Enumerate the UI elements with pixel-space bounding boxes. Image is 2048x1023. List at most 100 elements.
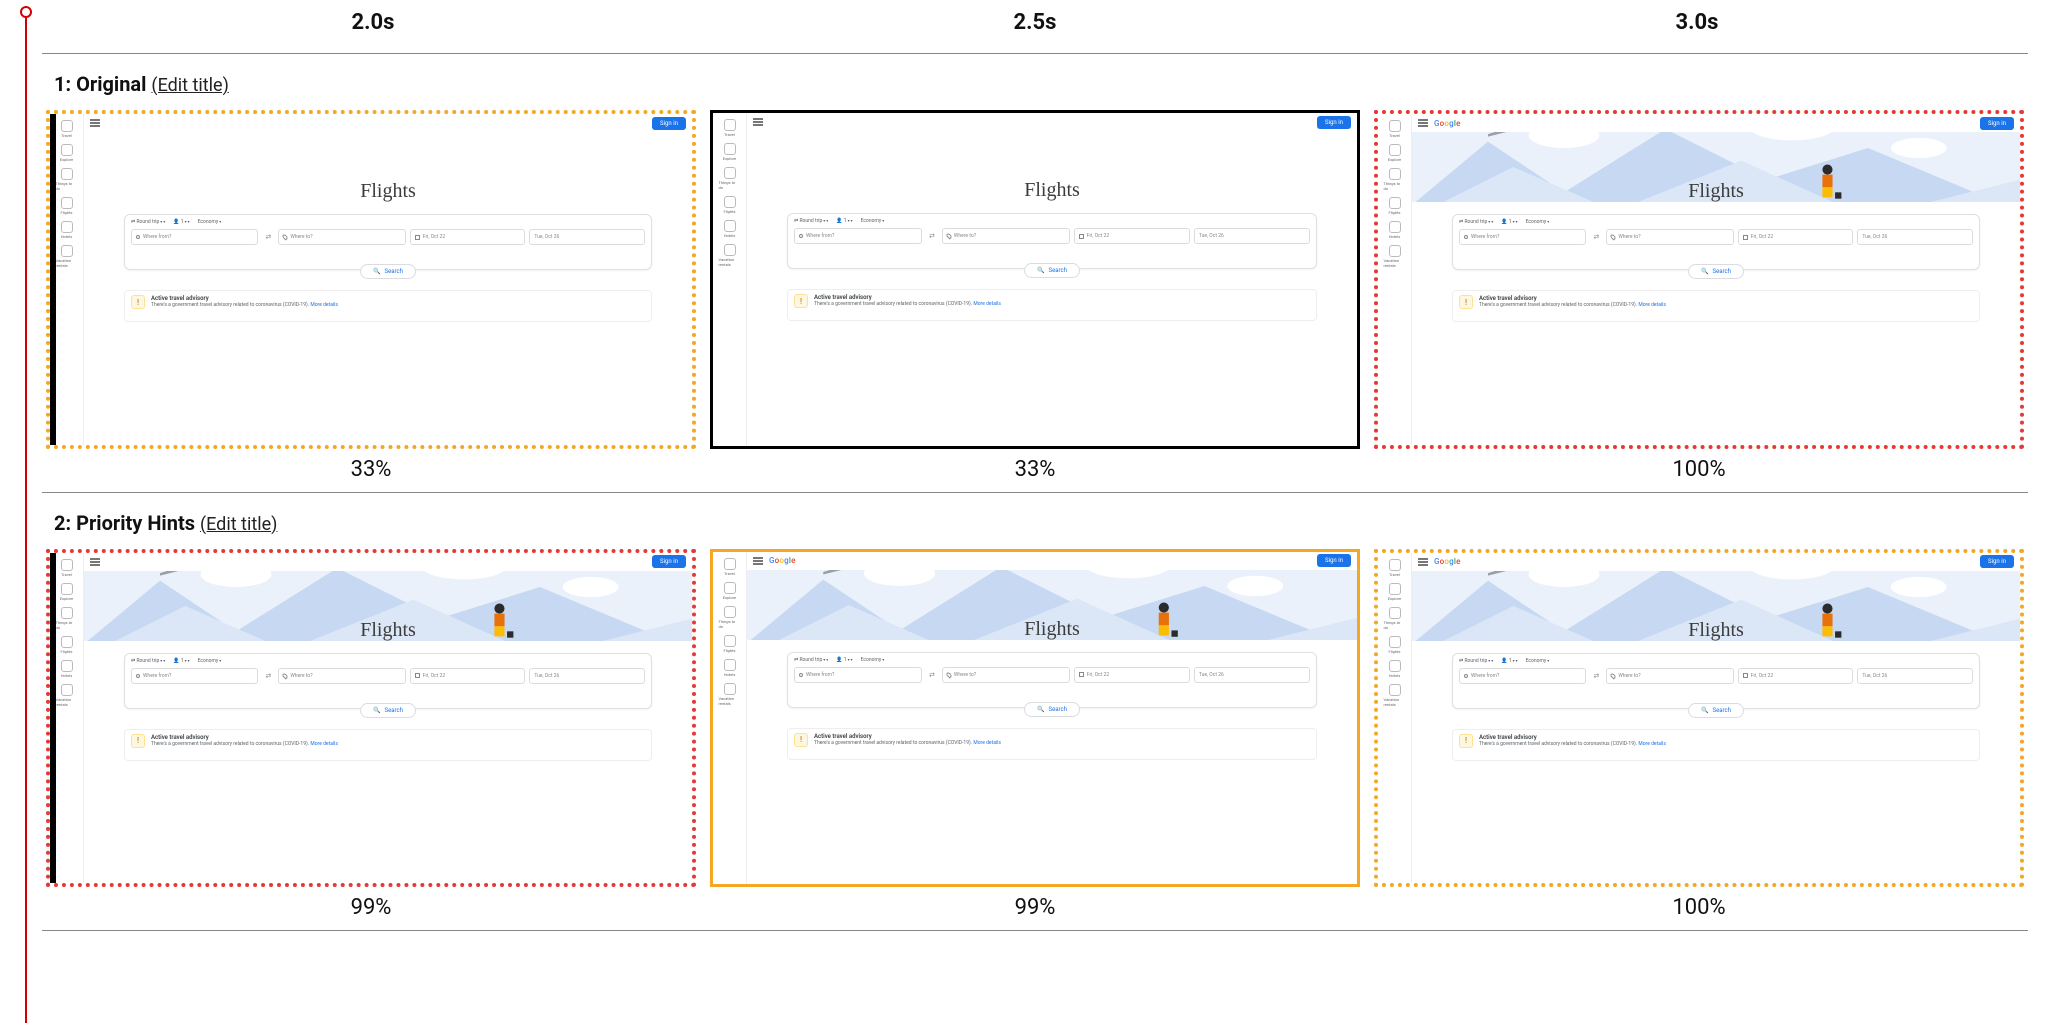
filmstrip-frame[interactable]: Travel Explore Things to do Flights Hotels Va…	[46, 549, 696, 888]
trip-type-select[interactable]: ⇄ Round trip	[131, 219, 165, 225]
sign-in-button[interactable]: Sign in	[1317, 554, 1351, 567]
from-input[interactable]: Where from?	[131, 229, 258, 245]
gf-sidebar-item[interactable]: Hotels	[56, 660, 78, 678]
passenger-select[interactable]: 👤 1	[1501, 219, 1517, 225]
gf-sidebar-item[interactable]: Hotels	[719, 659, 741, 677]
gf-sidebar-item[interactable]: Vacation rentals	[56, 684, 78, 707]
gf-sidebar-item[interactable]: Vacation rentals	[719, 244, 741, 267]
cabin-select[interactable]: Economy	[861, 218, 885, 224]
swap-icon[interactable]: ⇄	[1590, 229, 1602, 245]
to-input[interactable]: Where to?	[278, 668, 405, 684]
gf-sidebar-item[interactable]: Things to do	[1384, 168, 1406, 191]
gf-sidebar-item[interactable]: Travel	[1384, 120, 1406, 138]
gf-sidebar-item[interactable]: Vacation rentals	[1384, 245, 1406, 268]
hamburger-icon[interactable]	[1418, 119, 1428, 127]
edit-title-link[interactable]: (Edit title)	[200, 514, 277, 535]
gf-sidebar-item[interactable]: Flights	[56, 197, 78, 215]
gf-sidebar-item[interactable]: Explore	[1384, 144, 1406, 162]
gf-sidebar-item[interactable]: Flights	[1384, 197, 1406, 215]
filmstrip-frame[interactable]: TravelExploreThings to doFlightsHotelsVa…	[1374, 549, 2024, 888]
search-button[interactable]: 🔍 Search	[360, 264, 416, 279]
search-button[interactable]: 🔍 Search	[1688, 703, 1744, 718]
to-input[interactable]: Where to?	[942, 667, 1070, 683]
from-input[interactable]: Where from?	[131, 668, 258, 684]
cabin-select[interactable]: Economy	[861, 657, 885, 663]
gf-sidebar-item[interactable]: Travel	[719, 558, 741, 576]
sign-in-button[interactable]: Sign in	[652, 117, 686, 130]
gf-sidebar-item[interactable]: Travel	[719, 119, 741, 137]
gf-sidebar-item[interactable]: Hotels	[56, 221, 78, 239]
trip-type-select[interactable]: ⇄ Round trip	[131, 658, 165, 664]
advisory-more-link[interactable]: More details	[310, 741, 338, 747]
advisory-more-link[interactable]: More details	[1638, 741, 1666, 747]
from-input[interactable]: Where from?	[1459, 668, 1586, 684]
gf-sidebar-item[interactable]: Flights	[56, 636, 78, 654]
trip-type-select[interactable]: ⇄ Round trip	[1459, 219, 1493, 225]
gf-sidebar-item[interactable]: Hotels	[1384, 221, 1406, 239]
swap-icon[interactable]: ⇄	[262, 229, 274, 245]
passenger-select[interactable]: 👤 1	[173, 219, 189, 225]
passenger-select[interactable]: 👤 1	[836, 218, 852, 224]
gf-sidebar-item[interactable]: Things to do	[56, 607, 78, 630]
gf-sidebar-item[interactable]: Hotels	[719, 220, 741, 238]
gf-sidebar-item[interactable]: Hotels	[1384, 660, 1406, 678]
swap-icon[interactable]: ⇄	[926, 228, 938, 244]
sign-in-button[interactable]: Sign in	[652, 555, 686, 568]
advisory-more-link[interactable]: More details	[973, 301, 1001, 307]
gf-sidebar-item[interactable]: Explore	[719, 582, 741, 600]
depart-date-input[interactable]: Fri, Oct 22	[410, 229, 526, 245]
to-input[interactable]: Where to?	[278, 229, 405, 245]
to-input[interactable]: Where to?	[1606, 668, 1733, 684]
advisory-more-link[interactable]: More details	[973, 740, 1001, 746]
filmstrip-frame[interactable]: TravelExploreThings to doFlightsHotelsVa…	[46, 110, 696, 449]
swap-icon[interactable]: ⇄	[262, 668, 274, 684]
hamburger-icon[interactable]	[753, 557, 763, 565]
depart-date-input[interactable]: Fri, Oct 22	[1738, 668, 1854, 684]
depart-date-input[interactable]: Fri, Oct 22	[1738, 229, 1854, 245]
sign-in-button[interactable]: Sign in	[1317, 116, 1351, 129]
return-date-input[interactable]: Tue, Oct 26	[529, 668, 645, 684]
return-date-input[interactable]: Tue, Oct 26	[1857, 668, 1973, 684]
return-date-input[interactable]: Tue, Oct 26	[1194, 228, 1310, 244]
advisory-more-link[interactable]: More details	[1638, 302, 1666, 308]
search-button[interactable]: 🔍 Search	[1024, 263, 1080, 278]
passenger-select[interactable]: 👤 1	[836, 657, 852, 663]
gf-sidebar-item[interactable]: Explore	[1384, 583, 1406, 601]
sign-in-button[interactable]: Sign in	[1980, 117, 2014, 130]
trip-type-select[interactable]: ⇄ Round trip	[1459, 658, 1493, 664]
gf-sidebar-item[interactable]: Flights	[719, 196, 741, 214]
gf-sidebar-item[interactable]: Things to do	[56, 168, 78, 191]
hamburger-icon[interactable]	[90, 558, 100, 566]
gf-sidebar-item[interactable]: Travel	[56, 559, 78, 577]
search-button[interactable]: 🔍 Search	[1024, 702, 1080, 717]
to-input[interactable]: Where to?	[1606, 229, 1733, 245]
passenger-select[interactable]: 👤 1	[173, 658, 189, 664]
gf-sidebar-item[interactable]: Things to do	[1384, 607, 1406, 630]
gf-sidebar-item[interactable]: Explore	[56, 583, 78, 601]
gf-sidebar-item[interactable]: Explore	[56, 144, 78, 162]
trip-type-select[interactable]: ⇄ Round trip	[794, 218, 828, 224]
filmstrip-frame[interactable]: Travel Explore Things to do Flights Hotels Va…	[710, 110, 1360, 449]
trip-type-select[interactable]: ⇄ Round trip	[794, 657, 828, 663]
filmstrip-frame[interactable]: TravelExploreThings to doFlightsHotelsVa…	[710, 549, 1360, 888]
from-input[interactable]: Where from?	[1459, 229, 1586, 245]
search-button[interactable]: 🔍 Search	[360, 703, 416, 718]
gf-sidebar-item[interactable]: Vacation rentals	[56, 245, 78, 268]
sign-in-button[interactable]: Sign in	[1980, 555, 2014, 568]
gf-sidebar-item[interactable]: Travel	[1384, 559, 1406, 577]
depart-date-input[interactable]: Fri, Oct 22	[410, 668, 526, 684]
return-date-input[interactable]: Tue, Oct 26	[1857, 229, 1973, 245]
from-input[interactable]: Where from?	[794, 667, 922, 683]
cabin-select[interactable]: Economy	[1526, 219, 1550, 225]
gf-sidebar-item[interactable]: Things to do	[719, 606, 741, 629]
return-date-input[interactable]: Tue, Oct 26	[1194, 667, 1310, 683]
hamburger-icon[interactable]	[90, 119, 100, 127]
gf-sidebar-item[interactable]: Things to do	[719, 167, 741, 190]
edit-title-link[interactable]: (Edit title)	[151, 75, 228, 96]
gf-sidebar-item[interactable]: Explore	[719, 143, 741, 161]
filmstrip-frame[interactable]: Travel Explore Things to do Flights Hotels Va…	[1374, 110, 2024, 449]
swap-icon[interactable]: ⇄	[926, 667, 938, 683]
cabin-select[interactable]: Economy	[1526, 658, 1550, 664]
gf-sidebar-item[interactable]: Flights	[719, 635, 741, 653]
gf-sidebar-item[interactable]: Vacation rentals	[1384, 684, 1406, 707]
